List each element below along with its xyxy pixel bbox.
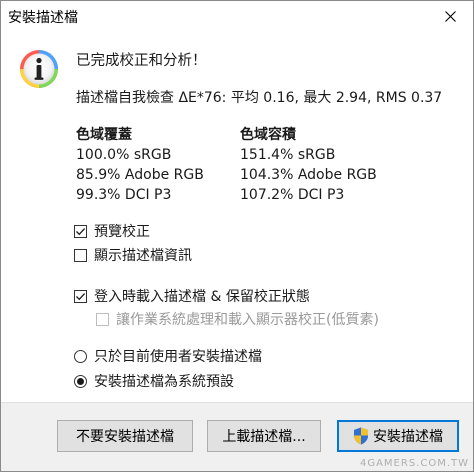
install-current-user-radio[interactable]: 只於目前使用者安裝描述檔 xyxy=(74,346,262,366)
install-profile-label: 安裝描述檔 xyxy=(373,429,443,445)
upload-profile-button[interactable]: 上載描述檔... xyxy=(207,420,321,452)
info-icon xyxy=(20,50,58,88)
gamut-volume-row: 107.2% DCI P3 xyxy=(240,187,345,203)
gamut-volume-row: 104.3% Adobe RGB xyxy=(240,167,377,183)
let-os-handle-checkbox: 讓作業系統處理和載入顯示器校正(低質素) xyxy=(96,309,379,329)
let-os-handle-label: 讓作業系統處理和載入顯示器校正(低質素) xyxy=(116,312,379,328)
gamut-coverage-row: 99.3% DCI P3 xyxy=(76,187,172,203)
show-profile-info-checkbox[interactable]: 顯示描述檔資訊 xyxy=(74,245,192,265)
install-system-default-label: 安裝描述檔為系統預設 xyxy=(94,374,234,390)
dont-install-button[interactable]: 不要安裝描述檔 xyxy=(57,420,193,452)
dialog-footer: 不要安裝描述檔 上載描述檔... 安裝描述檔 4GAMERS.COM.TW xyxy=(1,402,473,471)
install-system-default-radio[interactable]: 安裝描述檔為系統預設 xyxy=(74,371,234,391)
uac-shield-icon xyxy=(354,427,368,445)
preview-calibration-label: 預覽校正 xyxy=(94,224,150,240)
install-current-user-label: 只於目前使用者安裝描述檔 xyxy=(94,349,262,365)
watermark: 4GAMERS.COM.TW xyxy=(359,458,469,469)
preview-calibration-checkbox[interactable]: 預覽校正 xyxy=(74,221,150,241)
gamut-coverage-row: 100.0% sRGB xyxy=(76,147,172,163)
gamut-volume-row: 151.4% sRGB xyxy=(240,147,336,163)
install-profile-dialog: 安裝描述檔 已完成校正和分析！ 描述檔自我檢查 ΔE*76: 平均 0.16, … xyxy=(0,0,474,472)
gamut-coverage-heading: 色域覆蓋 xyxy=(76,127,132,143)
radio-selected[interactable] xyxy=(74,374,87,388)
upload-profile-label: 上載描述檔... xyxy=(222,429,306,445)
dont-install-label: 不要安裝描述檔 xyxy=(76,429,174,445)
checkbox-checked[interactable] xyxy=(74,224,87,238)
show-profile-info-label: 顯示描述檔資訊 xyxy=(94,248,192,264)
profile-self-check: 描述檔自我檢查 ΔE*76: 平均 0.16, 最大 2.94, RMS 0.3… xyxy=(76,90,443,106)
install-on-login-label: 登入時載入描述檔 & 保留校正狀態 xyxy=(94,289,310,305)
radio-unselected[interactable] xyxy=(74,349,87,363)
check-icon xyxy=(76,292,86,300)
title-bar: 安裝描述檔 xyxy=(1,1,473,31)
close-icon xyxy=(444,10,456,22)
completion-message: 已完成校正和分析！ xyxy=(76,53,207,69)
check-icon xyxy=(76,227,86,235)
checkbox-disabled xyxy=(96,312,109,326)
install-on-login-checkbox[interactable]: 登入時載入描述檔 & 保留校正狀態 xyxy=(74,286,310,306)
gamut-volume: 色域容積 151.4% sRGB 104.3% Adobe RGB 107.2%… xyxy=(240,125,377,205)
gamut-coverage-row: 85.9% Adobe RGB xyxy=(76,167,204,183)
gamut-volume-heading: 色域容積 xyxy=(240,127,296,143)
window-title: 安裝描述檔 xyxy=(8,10,78,26)
checkbox-unchecked[interactable] xyxy=(74,248,87,262)
checkbox-checked[interactable] xyxy=(74,289,87,303)
install-profile-button[interactable]: 安裝描述檔 xyxy=(337,420,459,452)
gamut-coverage: 色域覆蓋 100.0% sRGB 85.9% Adobe RGB 99.3% D… xyxy=(76,125,204,205)
close-button[interactable] xyxy=(427,1,473,31)
